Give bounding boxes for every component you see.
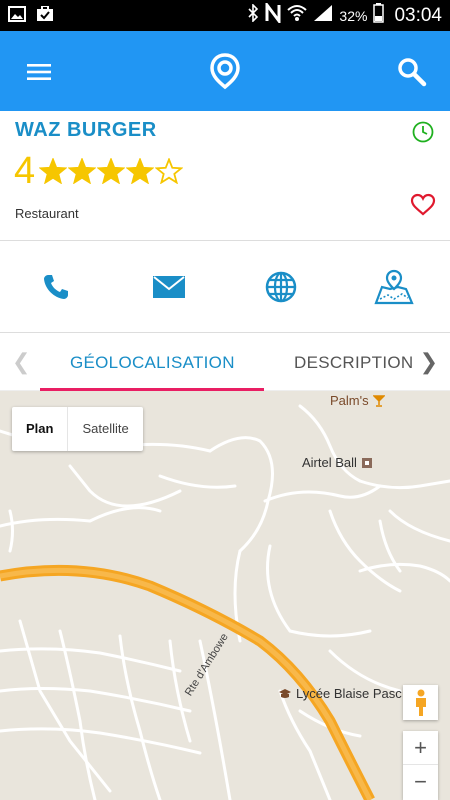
tab-geolocalisation[interactable]: GÉOLOCALISATION bbox=[70, 353, 235, 373]
place-category: Restaurant bbox=[15, 206, 79, 221]
menu-button[interactable] bbox=[22, 57, 56, 87]
rating: 4 bbox=[14, 150, 184, 192]
battery-icon bbox=[373, 3, 385, 28]
menu-icon bbox=[27, 64, 51, 80]
star-filled-icon bbox=[126, 158, 155, 184]
pegman-icon bbox=[415, 689, 426, 716]
globe-icon bbox=[266, 271, 297, 302]
app-bar bbox=[0, 31, 450, 111]
map-type-plan[interactable]: Plan bbox=[12, 407, 69, 451]
poi-palms-label: Palm's bbox=[330, 393, 369, 408]
map-icon bbox=[374, 269, 414, 304]
poi-airtel[interactable]: Airtel Ball bbox=[302, 455, 373, 470]
signal-icon bbox=[313, 4, 333, 27]
map-roads bbox=[0, 404, 450, 800]
phone-icon bbox=[44, 274, 69, 299]
street-view-button[interactable] bbox=[403, 685, 438, 720]
clock-icon bbox=[412, 121, 434, 143]
map-type-satellite[interactable]: Satellite bbox=[68, 407, 142, 451]
wifi-icon bbox=[287, 4, 308, 27]
battery-percentage: 32% bbox=[339, 7, 368, 24]
map-type-toggle: Plan Satellite bbox=[12, 407, 143, 451]
tab-bar: ❮ GÉOLOCALISATION DESCRIPTION ❯ bbox=[0, 333, 450, 391]
poi-palms[interactable]: Palm's bbox=[330, 393, 385, 408]
status-clock: 03:04 bbox=[394, 4, 442, 26]
zoom-in-button[interactable]: + bbox=[403, 731, 438, 765]
directions-button[interactable] bbox=[338, 241, 450, 332]
search-button[interactable] bbox=[396, 56, 428, 88]
tab-description[interactable]: DESCRIPTION bbox=[294, 353, 413, 373]
map-view[interactable]: Plan Satellite Palm's Airtel Ball Lycée … bbox=[0, 391, 450, 800]
website-button[interactable] bbox=[225, 241, 338, 332]
poi-airtel-label: Airtel Ball bbox=[302, 455, 357, 470]
star-filled-icon bbox=[39, 158, 68, 184]
nfc-icon bbox=[265, 0, 281, 28]
mail-icon bbox=[152, 275, 185, 298]
shop-icon bbox=[361, 457, 372, 468]
app-logo bbox=[205, 51, 245, 91]
cocktail-icon bbox=[372, 394, 385, 407]
location-pin-logo-icon bbox=[210, 53, 240, 90]
place-name: WAZ BURGER bbox=[15, 119, 157, 141]
email-button[interactable] bbox=[113, 241, 226, 332]
star-filled-icon bbox=[68, 158, 97, 184]
poi-lycee-label: Lycée Blaise Pasc bbox=[296, 686, 402, 701]
rating-stars bbox=[39, 158, 184, 184]
tab-prev-chevron-icon[interactable]: ❮ bbox=[12, 349, 30, 375]
search-icon bbox=[398, 58, 427, 87]
poi-lycee[interactable]: Lycée Blaise Pasc bbox=[278, 686, 402, 701]
call-button[interactable] bbox=[0, 241, 113, 332]
image-icon bbox=[8, 6, 26, 27]
place-header: WAZ BURGER 4 Restaurant bbox=[0, 111, 450, 241]
heart-icon bbox=[410, 193, 436, 216]
star-filled-icon bbox=[97, 158, 126, 184]
favorite-button[interactable] bbox=[410, 193, 436, 217]
zoom-controls: + − bbox=[403, 731, 438, 800]
briefcase-check-icon bbox=[36, 5, 54, 27]
zoom-out-button[interactable]: − bbox=[403, 765, 438, 799]
bluetooth-icon bbox=[247, 3, 259, 27]
school-icon bbox=[279, 688, 291, 698]
contact-actions bbox=[0, 241, 450, 333]
status-bar: 32% 03:04 bbox=[0, 0, 450, 31]
star-empty-icon bbox=[155, 158, 184, 184]
tab-next-chevron-icon[interactable]: ❯ bbox=[420, 349, 438, 375]
rating-value: 4 bbox=[14, 150, 36, 192]
